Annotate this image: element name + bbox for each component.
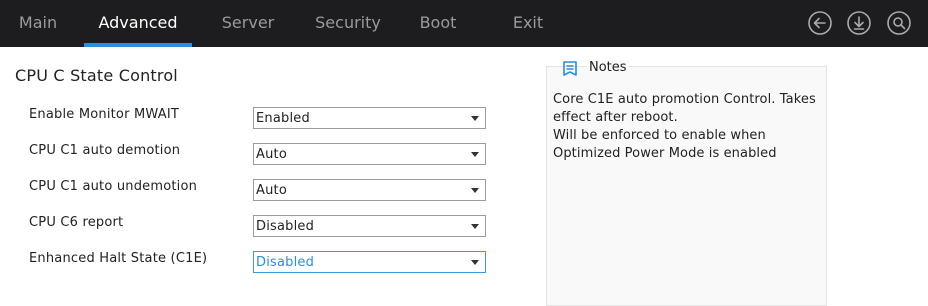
select-value: Enabled <box>256 111 310 126</box>
download-icon[interactable] <box>846 10 872 36</box>
chevron-down-icon <box>471 188 479 193</box>
cpu-c1-auto-undemotion-select[interactable]: Auto <box>253 179 486 201</box>
search-icon[interactable] <box>886 10 912 36</box>
chevron-down-icon <box>471 224 479 229</box>
enhanced-halt-state-select[interactable]: Disabled <box>253 251 486 273</box>
setting-label-cpu-c1-auto-demotion: CPU C1 auto demotion <box>29 143 181 158</box>
enable-monitor-mwait-select[interactable]: Enabled <box>253 107 486 129</box>
notes-panel: Notes Core C1E auto promotion Control. T… <box>546 60 827 306</box>
setting-label-cpu-c1-auto-undemotion: CPU C1 auto undemotion <box>29 179 198 194</box>
setting-label-enable-monitor-mwait: Enable Monitor MWAIT <box>29 107 179 122</box>
tab-exit[interactable]: Exit <box>506 0 550 47</box>
tab-advanced[interactable]: Advanced <box>84 0 192 47</box>
select-value: Auto <box>256 147 287 162</box>
tab-main[interactable]: Main <box>10 0 66 47</box>
cpu-c1-auto-demotion-select[interactable]: Auto <box>253 143 486 165</box>
select-value: Disabled <box>256 255 315 270</box>
select-value: Auto <box>256 183 287 198</box>
back-icon[interactable] <box>807 10 833 36</box>
section-title: CPU C State Control <box>15 66 178 85</box>
chevron-down-icon <box>471 152 479 157</box>
tab-boot[interactable]: Boot <box>412 0 464 47</box>
select-value: Disabled <box>256 219 315 234</box>
notes-title: Notes <box>587 60 629 75</box>
setting-label-cpu-c6-report: CPU C6 report <box>29 215 124 230</box>
tab-server[interactable]: Server <box>214 0 282 47</box>
bookmark-icon <box>561 60 579 78</box>
notes-text: Core C1E auto promotion Control. Takes e… <box>553 92 816 161</box>
chevron-down-icon <box>471 116 479 121</box>
cpu-c6-report-select[interactable]: Disabled <box>253 215 486 237</box>
tab-security[interactable]: Security <box>306 0 390 47</box>
top-nav-bar: Main Advanced Server Security Boot Exit <box>0 0 928 47</box>
chevron-down-icon <box>471 260 479 265</box>
setting-label-enhanced-halt-state: Enhanced Halt State (C1E) <box>29 251 208 266</box>
